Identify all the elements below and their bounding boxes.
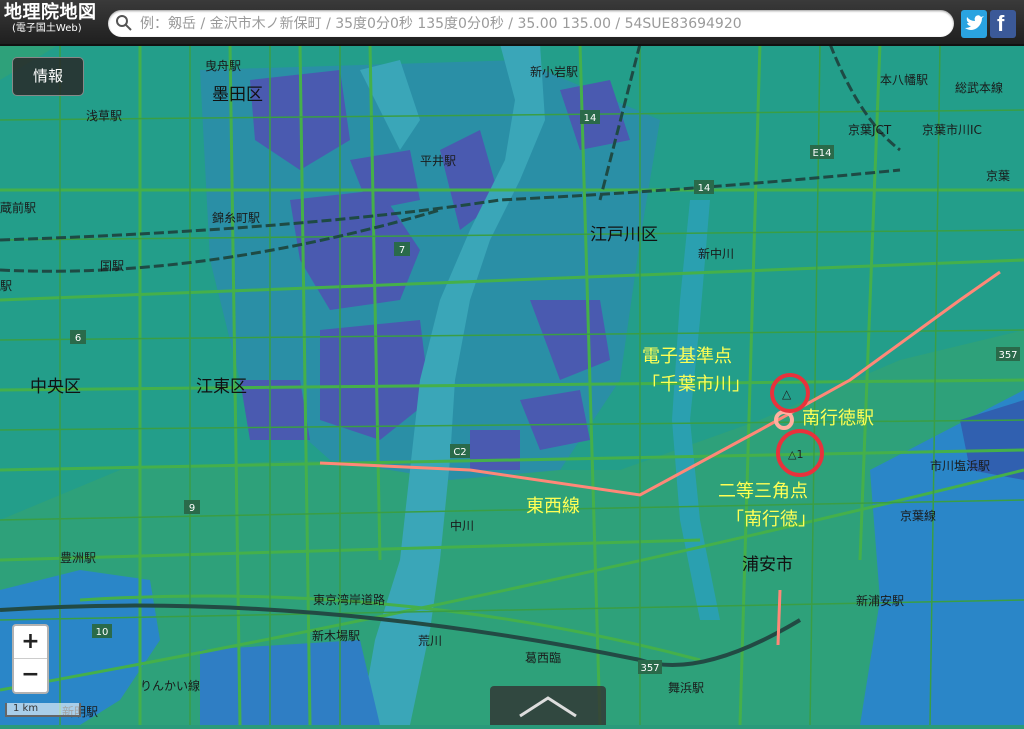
annotation-tozai-line: 東西線 (526, 496, 580, 517)
label-sta-hirai: 平井駅 (420, 154, 456, 168)
twitter-icon[interactable] (961, 10, 987, 38)
label-sta-maihama: 舞浜駅 (668, 681, 704, 695)
zoom-in-button[interactable]: + (14, 626, 47, 659)
label-river-ara: 荒川 (418, 634, 442, 648)
bay-center (200, 640, 380, 725)
label-sta-ryogoku: 国駅 (100, 259, 124, 273)
app-title: 地理院地図 (4, 2, 97, 23)
label-sta-hikifune: 曳舟駅 (205, 59, 241, 73)
label-sta-kinshicho: 錦糸町駅 (212, 210, 260, 225)
label-area-ichikawa-shiohama: 市川塩浜駅 (930, 458, 990, 473)
label-sta-asakusa: 浅草駅 (86, 109, 122, 123)
label-ward-koto: 江東区 (196, 377, 247, 397)
header-bar: 地理院地図 (電子国土Web) f (0, 0, 1024, 46)
scale-bar: 1 km (5, 703, 81, 717)
annotation-gnss-line1: 電子基準点 (642, 346, 732, 367)
label-sta-shinkoiwa: 新小岩駅 (530, 64, 578, 79)
label-sta-toyosu: 豊洲駅 (60, 551, 96, 565)
label-ward-chuo: 中央区 (30, 377, 81, 397)
svg-text:9: 9 (189, 503, 195, 514)
zoom-out-button[interactable]: − (14, 659, 47, 691)
expand-panel-button[interactable] (490, 686, 606, 725)
track-urayasu (776, 589, 782, 646)
annotation-gnss-line2: 「千葉市川」 (642, 374, 750, 395)
search-icon[interactable] (115, 14, 133, 32)
annotation-station-minamigyotoku: 南行徳駅 (802, 408, 874, 429)
facebook-icon[interactable]: f (990, 10, 1016, 38)
label-sta-motoyawata: 本八幡駅 (880, 72, 928, 87)
search-input[interactable] (138, 12, 942, 36)
label-ward-edogawa: 江戸川区 (590, 225, 658, 245)
label-river-shinnaka: 新中川 (698, 246, 734, 261)
gnss-marker-icon: △ (782, 387, 792, 401)
label-river-naka: 中川 (450, 518, 474, 533)
facebook-glyph: f (997, 11, 1005, 36)
annotation-triangulation-line2: 「南行徳」 (726, 509, 816, 530)
label-sta-kasai: 葛西臨 (525, 651, 561, 665)
triangulation-marker-icon: △1 (788, 448, 803, 461)
label-road-keiyo2: 京葉 (986, 169, 1010, 183)
label-road-keiyo: 京葉市川IC (922, 122, 982, 137)
label-city-urayasu: 浦安市 (742, 555, 793, 575)
annotation-triangulation-line1: 二等三角点 (718, 481, 808, 502)
label-area-keiyo-line: 京葉線 (900, 508, 936, 523)
svg-text:10: 10 (96, 627, 109, 638)
app-subtitle: (電子国土Web) (12, 23, 82, 34)
app-logo[interactable]: 地理院地図 (電子国土Web) (4, 3, 97, 35)
svg-text:357: 357 (640, 663, 659, 674)
label-road-rinkai: りんかい線 (140, 678, 200, 693)
svg-text:357: 357 (998, 350, 1017, 361)
label-road-keiyo-jct: 京葉JCT (848, 123, 892, 137)
chevron-up-icon (519, 696, 577, 718)
label-sta-shinurayasu: 新浦安駅 (856, 593, 904, 608)
svg-text:6: 6 (75, 333, 81, 344)
svg-text:E14: E14 (812, 148, 831, 159)
svg-text:7: 7 (399, 245, 405, 256)
label-road-sobu: 総武本線 (955, 80, 1003, 95)
svg-text:C2: C2 (453, 447, 466, 458)
label-sta-left-edge: 駅 (0, 279, 12, 293)
zoom-control: + − (12, 624, 49, 694)
label-sta-kuramae: 蔵前駅 (0, 200, 36, 215)
map-canvas[interactable]: 新小岩駅 曳舟駅 平井駅 錦糸町駅 蔵前駅 国駅 浅草駅 本八幡駅 新浦安駅 豊… (0, 0, 1024, 725)
svg-text:14: 14 (698, 183, 711, 194)
info-button[interactable]: 情報 (12, 57, 84, 96)
label-ward-sumida: 墨田区 (212, 85, 263, 105)
label-road-wangan: 東京湾岸道路 (313, 592, 385, 607)
search-box (108, 10, 954, 37)
label-sta-shinkiba: 新木場駅 (312, 628, 360, 643)
svg-text:14: 14 (584, 113, 597, 124)
